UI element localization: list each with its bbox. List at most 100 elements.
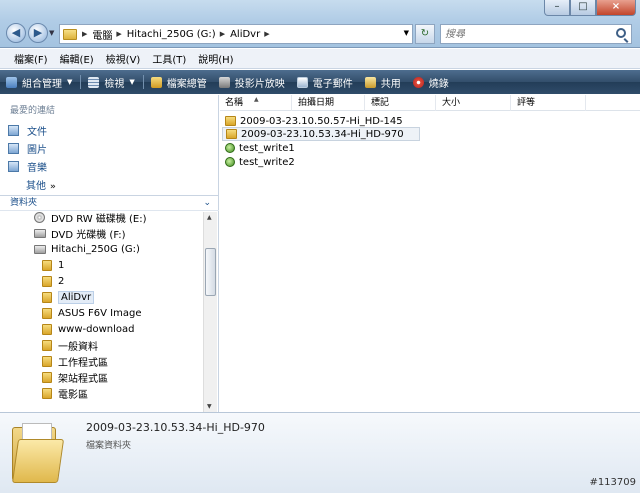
menu-tools[interactable]: 工具(T) [152, 51, 186, 66]
folder-icon [42, 291, 52, 303]
favorite-link-pictures[interactable]: 圖片 [8, 141, 47, 156]
chevron-down-icon: ▼ [67, 78, 73, 86]
slideshow-icon [218, 76, 230, 88]
tree-item-label: 1 [58, 259, 65, 271]
folders-header-label: 資料夾 [10, 198, 38, 208]
column-label: 名稱 [225, 98, 244, 108]
folders-header[interactable]: 資料夾 ⌄ [0, 195, 219, 211]
share-label: 共用 [380, 78, 401, 90]
tree-item-movies[interactable]: 電影區 [42, 385, 88, 401]
tree-item-label: ASUS F6V Image [58, 307, 142, 319]
slideshow-button[interactable]: 投影片放映 [218, 75, 285, 90]
favorite-link-label: 音樂 [27, 163, 47, 174]
tree-item-dvd-rw[interactable]: DVD RW 磁碟機 (E:) [34, 212, 147, 225]
search-input[interactable] [441, 25, 606, 43]
hard-drive-icon [34, 244, 46, 254]
share-button[interactable]: 共用 [364, 75, 401, 90]
scroll-up-icon[interactable]: ▲ [207, 214, 212, 221]
selected-item-type: 檔案資料夾 [86, 441, 132, 451]
forward-button[interactable]: ▶ [28, 23, 48, 43]
tree-item-www-download[interactable]: www-download [42, 321, 135, 337]
breadcrumb-computer[interactable]: 電腦 [92, 27, 112, 42]
tree-item-folder-1[interactable]: 1 [42, 257, 64, 273]
slideshow-label: 投影片放映 [234, 78, 285, 90]
watermark-text: #113709 [589, 477, 636, 488]
views-label: 檢視 [104, 78, 125, 90]
refresh-button[interactable]: ↻ [415, 24, 435, 44]
tree-item-alidvr[interactable]: AliDvr [42, 289, 95, 305]
tree-item-label: Hitachi_250G (G:) [51, 243, 140, 255]
favorite-link-music[interactable]: 音樂 [8, 159, 47, 174]
column-header-rating[interactable]: 評等 [512, 95, 586, 111]
sort-ascending-icon: ▲ [254, 96, 259, 103]
selected-item-name: 2009-03-23.10.53.34-Hi_HD-970 [86, 421, 265, 434]
breadcrumb-separator-icon[interactable]: ▶ [264, 30, 269, 38]
scroll-down-icon[interactable]: ▼ [207, 403, 212, 410]
folder-icon [225, 116, 236, 126]
menu-view[interactable]: 檢視(V) [106, 51, 141, 66]
organize-button[interactable]: 組合管理 ▼ [6, 75, 72, 90]
views-button[interactable]: 檢視 ▼ [88, 75, 135, 90]
folder-icon [42, 387, 52, 399]
folder-icon [42, 355, 52, 367]
tree-item-label: 2 [58, 275, 65, 287]
recent-pages-dropdown-icon[interactable]: ▼ [49, 29, 54, 37]
tree-item-dvd[interactable]: DVD 光碟機 (F:) [34, 225, 126, 241]
column-label: 大小 [442, 98, 461, 108]
column-header-date-taken[interactable]: 拍攝日期 [293, 95, 365, 111]
more-label: 其他 [26, 181, 46, 192]
close-button[interactable]: × [596, 0, 636, 16]
media-file-icon [225, 157, 235, 167]
column-header-size[interactable]: 大小 [437, 95, 511, 111]
tree-item-asus-image[interactable]: ASUS F6V Image [42, 305, 142, 321]
tree-item-work-programs[interactable]: 工作程式區 [42, 353, 108, 369]
navigation-pane: 最愛的連結 文件 圖片 音樂 其他 » 資料夾 ⌄ DVD RW 磁碟機 (E:)… [0, 95, 219, 412]
tree-item-label: 一般資料 [58, 341, 98, 353]
column-header-name[interactable]: ▲ 名稱 [220, 95, 292, 111]
file-row[interactable]: 2009-03-23.10.50.57-Hi_HD-145 [222, 114, 406, 128]
email-label: 電子郵件 [312, 78, 353, 90]
address-bar[interactable]: ▶ 電腦 ▶ Hitachi_250G (G:) ▶ AliDvr ▶ ▼ [59, 24, 413, 44]
tree-item-label: 架站程式區 [58, 373, 108, 385]
address-history-dropdown-icon[interactable]: ▼ [404, 29, 409, 37]
minimize-button[interactable]: – [544, 0, 570, 16]
folder-icon [42, 259, 52, 271]
folder-icon [226, 129, 237, 139]
maximize-button[interactable]: □ [570, 0, 596, 16]
back-button[interactable]: ◀ [6, 23, 26, 43]
favorite-link-label: 文件 [27, 127, 47, 138]
breadcrumb-separator-icon[interactable]: ▶ [82, 30, 87, 38]
breadcrumb-separator-icon[interactable]: ▶ [116, 30, 121, 38]
tree-item-site-programs[interactable]: 架站程式區 [42, 369, 108, 385]
tree-item-label: 工作程式區 [58, 357, 108, 369]
explore-button[interactable]: 檔案總管 [150, 75, 207, 90]
file-row[interactable]: test_write1 [222, 141, 298, 155]
email-button[interactable]: 電子郵件 [296, 75, 353, 90]
organize-label: 組合管理 [22, 78, 62, 90]
breadcrumb-drive[interactable]: Hitachi_250G (G:) [127, 29, 216, 40]
file-row-selected[interactable]: 2009-03-23.10.53.34-Hi_HD-970 [222, 127, 420, 141]
menu-file[interactable]: 檔案(F) [14, 51, 48, 66]
tree-item-hitachi-drive[interactable]: Hitachi_250G (G:) [34, 241, 140, 257]
favorite-link-documents[interactable]: 文件 [8, 123, 47, 138]
menu-help[interactable]: 說明(H) [198, 51, 233, 66]
tree-item-general-data[interactable]: 一般資料 [42, 337, 98, 353]
folder-tree: DVD RW 磁碟機 (E:) DVD 光碟機 (F:) Hitachi_250… [0, 212, 203, 412]
file-row[interactable]: test_write2 [222, 155, 298, 169]
column-header-tags[interactable]: 標記 [366, 95, 436, 111]
favorite-links-more[interactable]: 其他 » [26, 177, 56, 192]
search-box[interactable] [440, 24, 632, 44]
chevron-down-icon[interactable]: ⌄ [203, 196, 211, 211]
tree-item-label: www-download [58, 323, 135, 335]
breadcrumb-separator-icon[interactable]: ▶ [220, 30, 225, 38]
scrollbar-thumb[interactable] [205, 248, 216, 296]
tree-item-folder-2[interactable]: 2 [42, 273, 64, 289]
file-name: 2009-03-23.10.50.57-Hi_HD-145 [240, 115, 403, 127]
folder-tree-scrollbar[interactable]: ▲ ▼ [203, 212, 217, 412]
breadcrumb-folder[interactable]: AliDvr [230, 29, 260, 40]
details-pane: 2009-03-23.10.53.34-Hi_HD-970 檔案資料夾 #113… [0, 412, 640, 493]
double-chevron-icon: » [50, 182, 56, 192]
burn-button[interactable]: 燒錄 [412, 75, 449, 90]
menu-edit[interactable]: 編輯(E) [60, 51, 94, 66]
search-icon[interactable] [616, 28, 626, 38]
